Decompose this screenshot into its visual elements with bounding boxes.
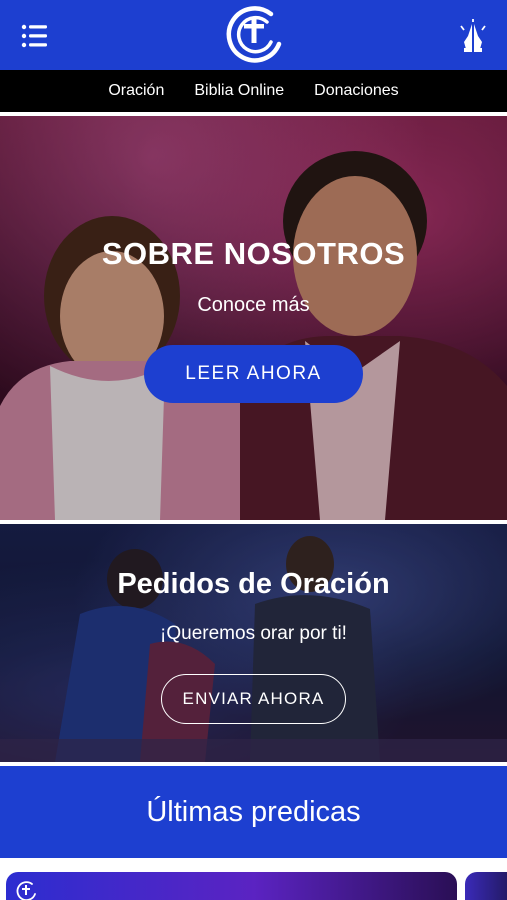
church-cross-logo-icon bbox=[226, 6, 282, 63]
top-nav: Oración Biblia Online Donaciones bbox=[0, 70, 507, 112]
sermon-card[interactable] bbox=[6, 872, 457, 900]
read-now-button[interactable]: LEER AHORA bbox=[144, 345, 363, 403]
hero-subtitle: Conoce más bbox=[197, 294, 310, 316]
app-header bbox=[0, 0, 507, 70]
church-cross-logo-icon bbox=[16, 881, 36, 900]
nav-item-biblia-online[interactable]: Biblia Online bbox=[194, 82, 284, 100]
church-logo[interactable] bbox=[219, 4, 289, 66]
prayer-hands-button[interactable] bbox=[455, 18, 491, 54]
hero-title: SOBRE NOSOTROS bbox=[101, 236, 406, 271]
nav-item-donaciones[interactable]: Donaciones bbox=[314, 82, 399, 100]
prayer-subtitle: ¡Queremos orar por ti! bbox=[160, 623, 347, 644]
menu-button[interactable] bbox=[20, 22, 50, 50]
praying-hands-icon bbox=[460, 19, 486, 52]
hamburger-menu-icon bbox=[21, 24, 47, 48]
sermon-card[interactable] bbox=[465, 872, 507, 900]
hero-overlay bbox=[0, 116, 507, 520]
send-now-button[interactable]: ENVIAR AHORA bbox=[161, 674, 346, 724]
prayer-title: Pedidos de Oración bbox=[117, 568, 390, 600]
latest-sermons-title: Últimas predicas bbox=[146, 795, 361, 828]
latest-sermons-header: Últimas predicas bbox=[0, 766, 507, 858]
about-us-banner: SOBRE NOSOTROS Conoce más LEER AHORA bbox=[0, 116, 507, 520]
prayer-requests-banner: Pedidos de Oración ¡Queremos orar por ti… bbox=[0, 524, 507, 762]
nav-item-oracion[interactable]: Oración bbox=[108, 82, 164, 100]
